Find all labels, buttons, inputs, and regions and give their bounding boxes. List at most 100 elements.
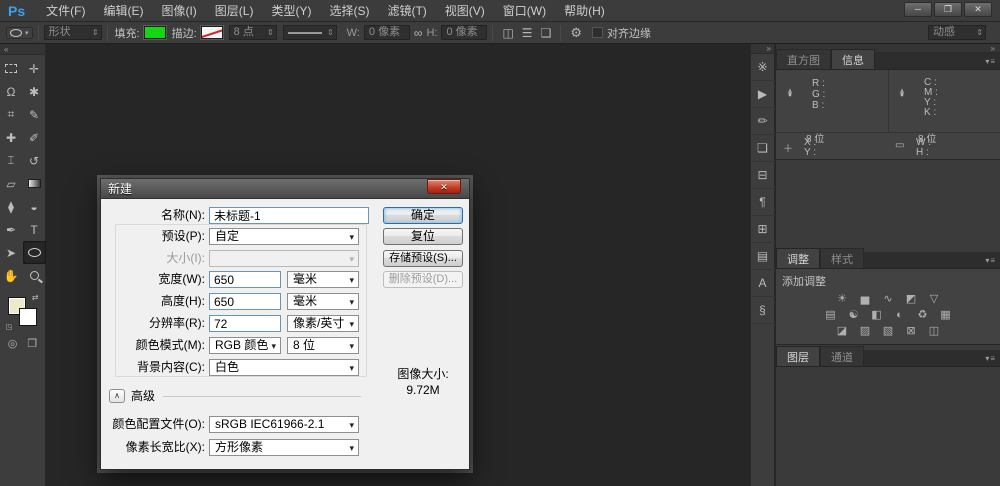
levels-icon[interactable]: ▅ [857,292,873,305]
menu-file[interactable]: 文件(F) [37,0,94,22]
close-window-button[interactable]: ✕ [964,2,992,17]
clone-stamp-tool[interactable]: ⌶ [0,149,23,172]
tool-preset-picker[interactable]: ▾ [6,27,33,39]
tab-layers[interactable]: 图层 [776,346,820,366]
default-colors-icon[interactable]: ◳ [6,323,13,331]
posterize-icon[interactable]: ▨ [857,324,873,337]
restore-button[interactable]: ❐ [934,2,962,17]
ok-button[interactable]: 确定 [383,207,463,224]
menu-layer[interactable]: 图层(L) [206,0,263,22]
shape-height-field[interactable]: 0 像素 [441,25,487,40]
color-profile-select[interactable]: sRGB IEC61966-2.1 [209,416,359,433]
color-mode-select[interactable]: RGB 颜色 [209,337,281,354]
panel-menu-icon[interactable]: ▾≡ [985,354,996,363]
resolution-input[interactable] [209,315,281,332]
menu-type[interactable]: 类型(Y) [262,0,320,22]
menu-view[interactable]: 视图(V) [436,0,494,22]
reset-button[interactable]: 复位 [383,228,463,245]
path-align-icon[interactable]: ☰ [518,26,537,40]
name-input[interactable] [209,207,369,224]
gradient-map-icon[interactable]: ◫ [926,324,942,337]
brush-panel-icon[interactable]: ✏ [750,108,775,135]
hue-saturation-icon[interactable]: ▤ [823,308,839,321]
path-arrange-icon[interactable]: ❏ [537,26,556,40]
selective-color-icon[interactable]: ⊠ [903,324,919,337]
zoom-tool[interactable] [23,264,46,287]
quick-mask-icon[interactable]: ◎ [8,337,18,350]
type-tool[interactable]: T [23,218,46,241]
crop-tool[interactable]: ⌗ [0,103,23,126]
threshold-icon[interactable]: ▧ [880,324,896,337]
clone-source-panel-icon[interactable]: ❏ [750,135,775,162]
eyedropper-icon[interactable]: ✒ [784,88,797,97]
gradient-tool[interactable] [23,172,46,195]
height-unit-select[interactable]: 毫米 [287,293,359,310]
stroke-width-select[interactable]: 8 点 [229,25,277,40]
brush-presets-panel-icon[interactable]: ※ [750,54,775,81]
channel-mixer-icon[interactable]: ♻ [915,308,931,321]
tab-adjustments[interactable]: 调整 [776,248,820,268]
tab-channels[interactable]: 通道 [820,346,864,366]
magic-wand-tool[interactable]: ✱ [23,80,46,103]
tab-styles[interactable]: 样式 [820,248,864,268]
glyphs-panel-icon[interactable]: ⊞ [750,216,775,243]
fill-color-swatch[interactable] [144,26,166,39]
eyedropper-icon[interactable]: ✒ [896,88,909,97]
tab-info[interactable]: 信息 [831,49,875,69]
resolution-unit-select[interactable]: 像素/英寸 [287,315,359,332]
move-tool[interactable]: ✛ [23,57,46,80]
color-lookup-icon[interactable]: ▦ [938,308,954,321]
rect-marquee-tool[interactable] [0,57,23,80]
tool-mode-select[interactable]: 形状 [44,25,102,40]
history-brush-tool[interactable]: ↺ [23,149,46,172]
vibrance-icon[interactable]: ▽ [926,292,942,305]
minimize-button[interactable]: ─ [904,2,932,17]
path-operations-icon[interactable]: ◫ [498,26,517,40]
dialog-close-button[interactable]: ✕ [427,179,461,194]
layer-comps-panel-icon[interactable]: ⊟ [750,162,775,189]
eyedropper-tool[interactable]: ✎ [23,103,46,126]
dialog-title-bar[interactable]: 新建 ✕ [101,179,469,199]
pen-tool[interactable]: ✒ [0,218,23,241]
dock-collapse-toggle[interactable]: » [751,44,774,54]
notes-panel-icon[interactable]: ▤ [750,243,775,270]
panel-menu-icon[interactable]: ▾≡ [985,256,996,265]
background-select[interactable]: 白色 [209,359,359,376]
photo-filter-icon[interactable]: ◐ [892,308,908,321]
curves-icon[interactable]: ∿ [880,292,896,305]
color-balance-icon[interactable]: ☯ [846,308,862,321]
shape-width-field[interactable]: 0 像素 [364,25,410,40]
paragraph-panel-icon[interactable]: ¶ [750,189,775,216]
ellipse-tool-selected[interactable] [23,241,46,264]
brush-tool[interactable]: ✐ [23,126,46,149]
menu-image[interactable]: 图像(I) [152,0,205,22]
healing-brush-tool[interactable]: ✚ [0,126,23,149]
advanced-collapse-button[interactable]: ∧ [109,389,125,403]
lasso-tool[interactable]: Ω [0,80,23,103]
menu-edit[interactable]: 编辑(E) [94,0,152,22]
stroke-color-swatch[interactable] [201,26,223,39]
path-selection-tool[interactable]: ➤ [0,241,23,264]
menu-filter[interactable]: 滤镜(T) [378,0,435,22]
hand-tool[interactable]: ✋ [0,264,23,287]
toolbox-collapse-toggle[interactable]: « [0,44,45,55]
character-styles-panel-icon[interactable]: A [750,270,775,297]
height-input[interactable] [209,293,281,310]
brightness-contrast-icon[interactable]: ☀ [834,292,850,305]
black-white-icon[interactable]: ◧ [869,308,885,321]
background-color-swatch[interactable] [19,308,37,326]
width-input[interactable] [209,271,281,288]
paragraph-styles-panel-icon[interactable]: § [750,297,775,324]
preset-select[interactable]: 自定 [209,228,359,245]
panel-menu-icon[interactable]: ▾≡ [985,57,996,66]
invert-icon[interactable]: ◪ [834,324,850,337]
link-dimensions-icon[interactable]: ∞ [410,26,427,40]
tab-histogram[interactable]: 直方图 [776,49,831,69]
screen-mode-icon[interactable]: ❐ [27,337,37,350]
pixel-aspect-select[interactable]: 方形像素 [209,439,359,456]
blur-tool[interactable]: ⧫ [0,195,23,218]
actions-panel-icon[interactable]: ▶ [750,81,775,108]
stroke-type-select[interactable] [283,25,337,40]
menu-window[interactable]: 窗口(W) [494,0,555,22]
menu-help[interactable]: 帮助(H) [555,0,614,22]
